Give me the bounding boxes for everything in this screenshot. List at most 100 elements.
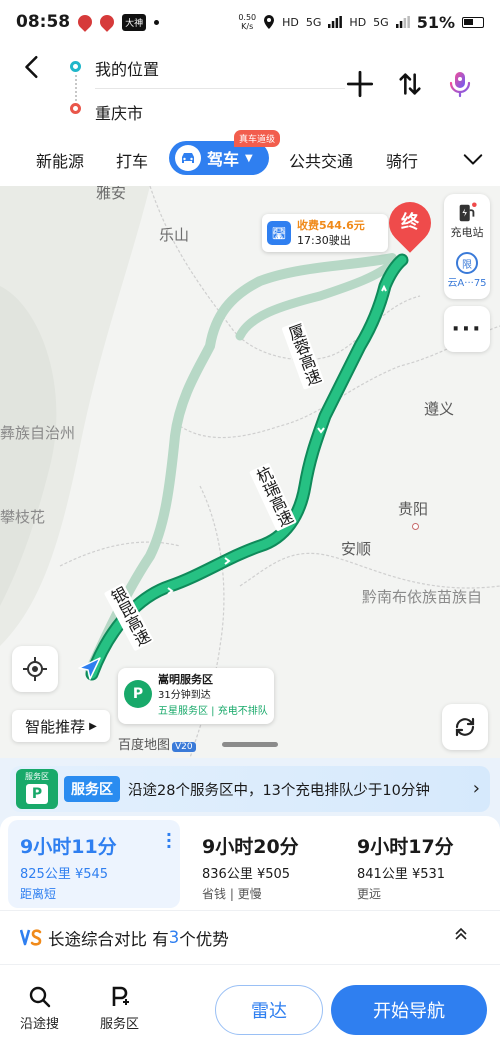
toll-exit-time: 17:30驶出 xyxy=(297,234,351,247)
network-label-2: 5G xyxy=(373,15,389,29)
swap-icon[interactable] xyxy=(396,70,424,98)
toll-icon: 🛣 xyxy=(267,221,291,245)
caret-down-icon: ▼ xyxy=(245,152,253,164)
bottom-action-bar: 沿途搜 服务区 雷达 开始导航 xyxy=(0,964,500,1058)
compare-count: 3 xyxy=(168,928,180,947)
service-area-banner[interactable]: 服务区 P 服务区 沿途28个服务区中，13个充电排队少于10分钟 › xyxy=(10,766,490,812)
route-distance: 836公里 xyxy=(202,867,253,882)
status-bar: 08:58 大神 0.50 K/s HD 5G HD 5G 51% xyxy=(0,0,500,44)
sheet-drag-handle[interactable] xyxy=(222,742,278,747)
map-label-leshan: 乐山 xyxy=(159,226,190,244)
car-icon xyxy=(175,145,201,171)
route-note: 距离短 xyxy=(20,887,57,901)
toll-fee: 收费544.6元 xyxy=(297,219,365,232)
service-area-summary: 沿途28个服务区中，13个充电排队少于10分钟 xyxy=(128,782,430,799)
hd-label-2: HD xyxy=(349,15,367,29)
route-options: 9小时11分 825公里 ¥545 距离短 · · · 9小时20分 836公里 ¥… xyxy=(0,816,500,912)
signal-icon xyxy=(328,16,343,28)
destination-marker-label: 终 xyxy=(401,212,419,233)
battery-percent: 51% xyxy=(416,12,455,32)
route-menu-icon[interactable]: · · · xyxy=(166,827,172,855)
tab-taxi[interactable]: 打车 xyxy=(116,148,148,172)
compare-prefix: 长途综合对比 有 xyxy=(48,929,169,949)
app-notification-badge: 大神 xyxy=(122,13,147,31)
plate-caption: 云A···75 xyxy=(447,278,487,289)
service-area-badge: 服务区 P xyxy=(16,769,58,809)
smart-recommend-label: 智能推荐 xyxy=(25,717,86,736)
triangle-right-icon: ▶ xyxy=(89,720,97,732)
more-options-button[interactable]: ··· xyxy=(444,306,490,352)
along-search-button[interactable]: 沿途搜 xyxy=(20,985,59,1032)
tab-transit[interactable]: 公共交通 xyxy=(289,148,353,172)
refresh-button[interactable] xyxy=(442,704,488,750)
toll-info[interactable]: 🛣 收费544.6元 17:30驶出 xyxy=(262,214,388,252)
route-sheet: 服务区 P 服务区 沿途28个服务区中，13个充电排队少于10分钟 › 9小时1… xyxy=(0,758,500,1058)
route-time: 9小时20分 xyxy=(202,836,299,858)
tab-new-energy[interactable]: 新能源 xyxy=(36,148,84,172)
battery-icon xyxy=(462,16,484,28)
net-speed-value: 0.50 xyxy=(238,13,257,22)
route-distance: 841公里 xyxy=(357,867,408,882)
route-time: 9小时17分 xyxy=(357,836,454,858)
crosshair-icon xyxy=(23,657,47,681)
origin-field[interactable]: 我的位置 xyxy=(95,56,159,80)
network-label: 5G xyxy=(305,15,322,29)
tab-ride[interactable]: 骑行 xyxy=(386,148,418,172)
charging-station-button[interactable]: 充电站 xyxy=(451,202,484,240)
route-toll: ¥505 xyxy=(256,867,291,882)
route-note: 省钱 | 更慢 xyxy=(202,887,262,901)
start-point-icon xyxy=(70,61,81,72)
route-option-2[interactable]: 9小时20分 836公里 ¥505 省钱 | 更慢 xyxy=(190,820,340,908)
status-right: 0.50 K/s HD 5G HD 5G 51% xyxy=(238,13,484,32)
route-meta: 836公里 ¥505 xyxy=(202,863,340,882)
back-arrow-icon[interactable] xyxy=(20,54,46,80)
charging-station-label: 充电站 xyxy=(450,226,484,239)
parking-icon: P xyxy=(26,784,48,804)
service-area-label: 服务区 xyxy=(100,1017,140,1032)
more-dots-icon: ··· xyxy=(451,316,483,342)
map-label-guiyang: 贵阳 xyxy=(398,500,429,518)
location-pin-icon xyxy=(97,12,118,32)
route-option-3[interactable]: 9小时17分 841公里 ¥531 更远 xyxy=(345,820,495,908)
route-divider xyxy=(95,88,345,89)
route-header: 我的位置 重庆市 xyxy=(0,44,500,134)
traffic-limit-button[interactable]: 限 云A···75 xyxy=(447,246,487,289)
hd-label: HD xyxy=(282,15,299,29)
service-area-tag: 服务区 xyxy=(64,776,120,802)
traffic-limit-icon: 限 xyxy=(455,252,478,274)
route-toll: ¥545 xyxy=(74,867,109,882)
service-area-button[interactable]: 服务区 xyxy=(100,985,139,1032)
city-dot-icon xyxy=(412,523,419,530)
route-meta: 825公里 ¥545 xyxy=(20,863,180,882)
chevron-down-icon[interactable] xyxy=(462,148,484,170)
parking-icon: P xyxy=(124,680,152,708)
transport-tabs: 新能源 打车 驾车 ▼ 真车道级 公共交通 骑行 xyxy=(0,130,500,182)
signal-icon-2 xyxy=(395,16,410,28)
baidu-map-logo: 百度地图 V20 xyxy=(118,734,196,753)
service-area-popup[interactable]: P 嵩明服务区 31分钟到达 五星服务区 | 充电不排队 xyxy=(118,668,274,724)
start-navigation-button[interactable]: 开始导航 xyxy=(331,985,487,1035)
charging-station-icon xyxy=(459,202,477,222)
add-waypoint-icon[interactable] xyxy=(346,70,374,98)
vs-icon xyxy=(20,928,42,946)
destination-field[interactable]: 重庆市 xyxy=(95,100,143,124)
net-speed-unit: K/s xyxy=(241,22,254,31)
map-label-yaan: 雅安 xyxy=(96,186,127,202)
status-time: 08:58 xyxy=(16,12,71,32)
double-chevron-up-icon[interactable] xyxy=(454,927,468,941)
map-label-anshun: 安顺 xyxy=(341,540,372,558)
long-trip-compare[interactable]: 长途综合对比 有 3 个优势 xyxy=(0,910,500,964)
map-view[interactable]: 雅安 乐山 遵义 贵阳 安顺 黔南布依族苗族自 彝族自治州 攀枝花 充电站 限 … xyxy=(0,186,500,758)
voice-assistant-icon[interactable] xyxy=(446,70,474,98)
current-location-arrow-icon xyxy=(78,657,101,680)
radar-button[interactable]: 雷达 xyxy=(215,985,323,1035)
tab-drive-label: 驾车 xyxy=(207,150,240,169)
service-area-eta: 31分钟到达 xyxy=(158,690,211,701)
smart-recommend-button[interactable]: 智能推荐 ▶ xyxy=(12,710,110,742)
route-option-1[interactable]: 9小时11分 825公里 ¥545 距离短 · · · xyxy=(8,820,180,908)
along-search-label: 沿途搜 xyxy=(20,1017,60,1032)
locate-me-button[interactable] xyxy=(12,646,58,692)
search-icon xyxy=(29,986,50,1008)
logo-version: V20 xyxy=(172,742,196,752)
location-icon xyxy=(264,15,275,29)
